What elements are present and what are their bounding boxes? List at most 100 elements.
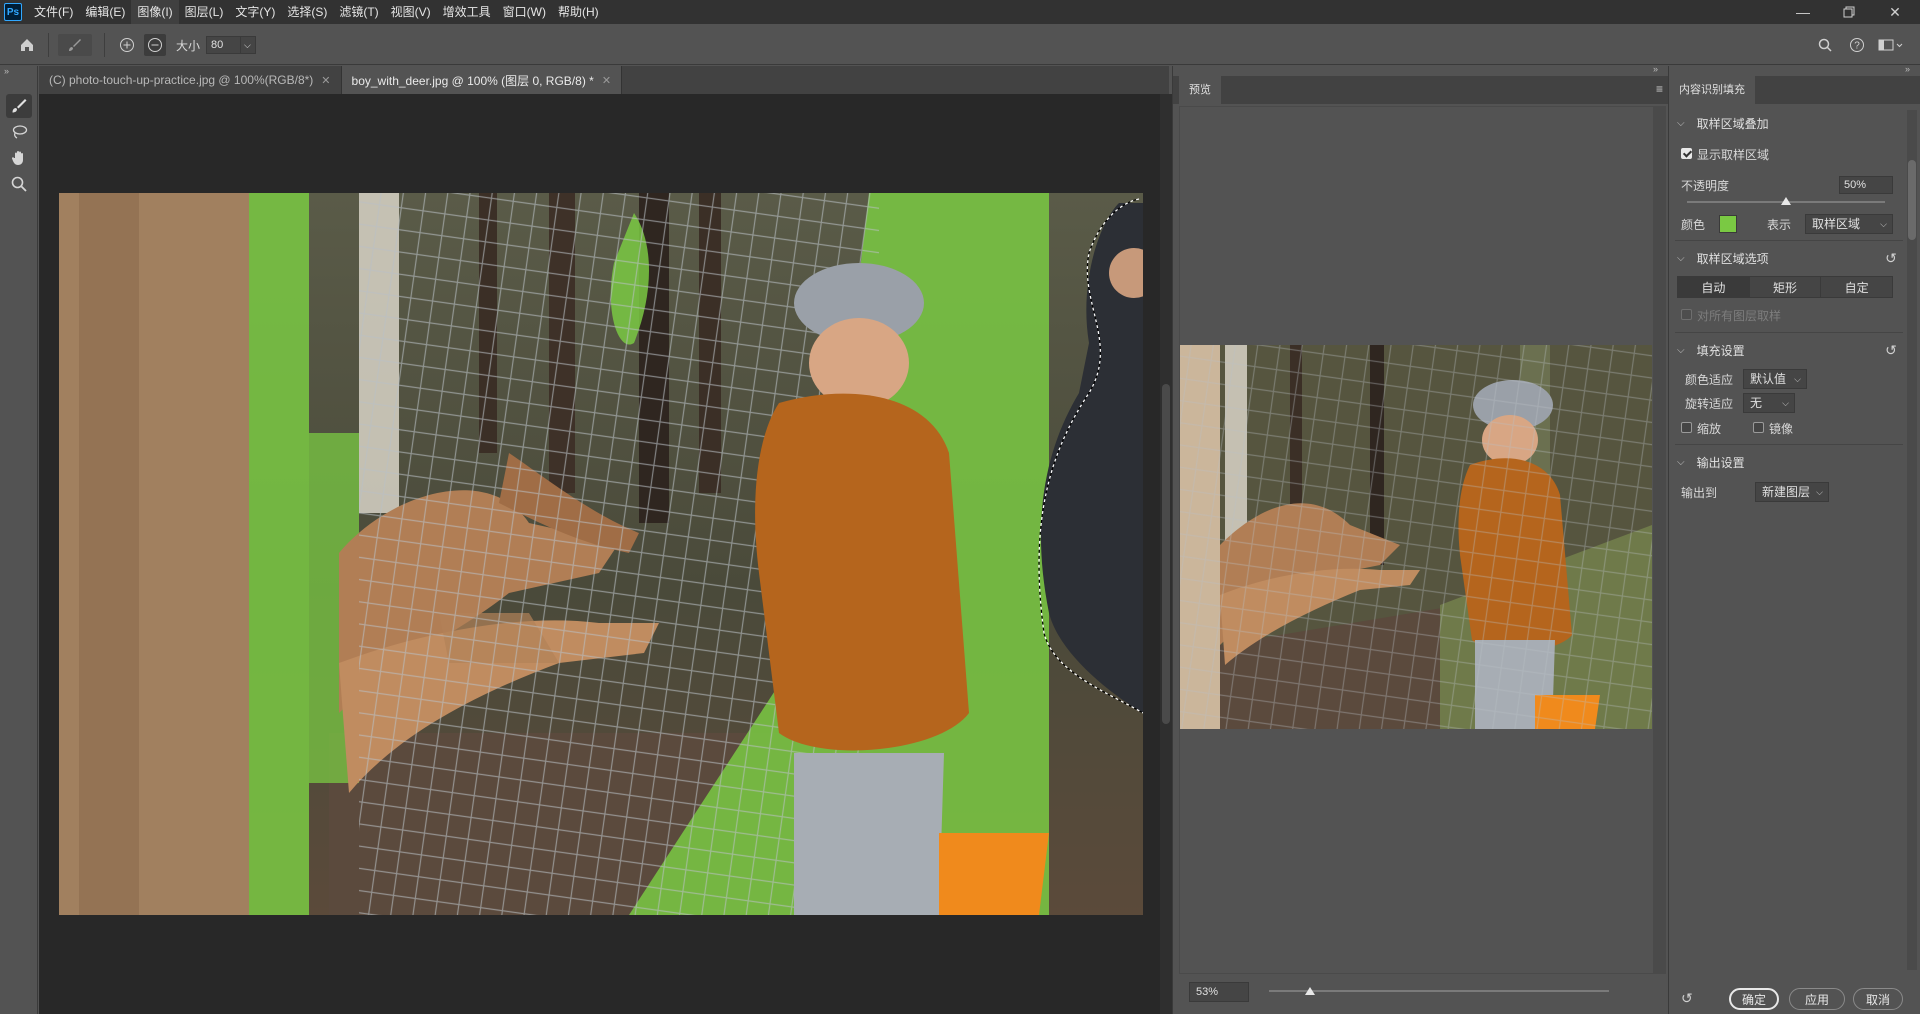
chevron-down-icon: ⌵ (1677, 117, 1685, 129)
maximize-icon[interactable] (1826, 0, 1872, 24)
section-output-settings[interactable]: ⌵ 输出设置 (1677, 452, 1745, 472)
sample-all-layers-label: 对所有图层取样 (1697, 309, 1782, 323)
divider (1675, 240, 1903, 241)
preview-vertical-scrollbar[interactable] (1654, 106, 1666, 974)
close-tab-icon[interactable]: ✕ (602, 74, 611, 87)
size-dropdown-chevron-icon[interactable]: ⌵ (240, 36, 256, 54)
sampling-brush-tool-icon[interactable] (6, 94, 32, 118)
menu-item[interactable]: 图像(I) (131, 0, 179, 24)
chevron-down-icon: ⌵ (1816, 487, 1823, 497)
collapse-panel-icon[interactable]: » (1905, 64, 1910, 74)
content-aware-fill-panel: » 内容识别填充 ⌵ 取样区域叠加 显示取样区域 不透明度 50% 颜色 表示 … (1668, 64, 1920, 1014)
opacity-label: 不透明度 (1681, 179, 1730, 193)
add-to-sampling-icon[interactable] (116, 34, 138, 56)
document-tab-practice[interactable]: (C) photo-touch-up-practice.jpg @ 100%(R… (39, 66, 342, 94)
indicates-label: 表示 (1767, 218, 1792, 232)
document-tab-boy-with-deer[interactable]: boy_with_deer.jpg @ 100% (图层 0, RGB/8) *… (341, 66, 623, 94)
zoom-slider-thumb[interactable] (1304, 987, 1315, 995)
canvas-area[interactable] (39, 94, 1169, 1014)
sampling-mode-rectangle[interactable]: 矩形 (1750, 277, 1822, 297)
tools-panel: » (0, 66, 38, 1014)
sample-all-layers-checkbox[interactable] (1681, 309, 1692, 320)
close-window-icon[interactable]: ✕ (1872, 0, 1918, 24)
panel-menu-icon[interactable]: ≡ (1656, 82, 1663, 96)
menu-bar: Ps 文件(F) 编辑(E) 图像(I) 图层(L) 文字(Y) 选择(S) 滤镜(T) 视图… (0, 0, 1920, 24)
menu-item[interactable]: 窗口(W) (497, 0, 552, 24)
output-to-dropdown[interactable]: 新建图层 ⌵ (1755, 482, 1829, 502)
color-adaptation-dropdown[interactable]: 默认值 ⌵ (1743, 369, 1807, 389)
show-sampling-label: 显示取样区域 (1697, 148, 1770, 162)
menu-item[interactable]: 选择(S) (281, 0, 333, 24)
rotation-adaptation-dropdown[interactable]: 无 ⌵ (1743, 393, 1795, 413)
separator (48, 33, 49, 57)
collapse-panel-icon[interactable]: » (4, 66, 9, 76)
indicates-dropdown[interactable]: 取样区域 ⌵ (1805, 214, 1893, 234)
preview-view[interactable] (1179, 106, 1654, 974)
canvas-vertical-scrollbar[interactable] (1160, 94, 1172, 1014)
scrollbar-thumb[interactable] (1162, 384, 1170, 724)
tab-content-aware-fill[interactable]: 内容识别填充 (1669, 76, 1755, 104)
section-sampling-options[interactable]: ⌵ 取样区域选项 (1677, 248, 1769, 268)
size-label: 大小 (176, 39, 201, 53)
sampling-mode-custom[interactable]: 自定 (1821, 277, 1892, 297)
zoom-tool-icon[interactable] (6, 172, 32, 196)
section-sampling-overlay[interactable]: ⌵ 取样区域叠加 (1677, 113, 1769, 133)
chevron-down-icon: ⌵ (1794, 374, 1801, 384)
sampling-mode-segmented: 自动 矩形 自定 (1677, 276, 1893, 298)
reset-fill-settings-icon[interactable]: ↺ (1882, 341, 1900, 359)
ok-button[interactable]: 确定 (1729, 988, 1779, 1010)
menu-item[interactable]: 增效工具 (437, 0, 497, 24)
preview-image (1180, 345, 1652, 729)
reset-sampling-options-icon[interactable]: ↺ (1882, 249, 1900, 267)
help-icon[interactable]: ? (1846, 34, 1868, 56)
mirror-checkbox[interactable] (1753, 422, 1764, 433)
opacity-input[interactable]: 50% (1839, 176, 1893, 194)
output-to-label: 输出到 (1681, 486, 1718, 500)
show-sampling-checkbox[interactable] (1681, 148, 1692, 159)
search-icon[interactable] (1814, 34, 1836, 56)
chevron-down-icon: ⌵ (1880, 219, 1887, 229)
menu-items: 文件(F) 编辑(E) 图像(I) 图层(L) 文字(Y) 选择(S) 滤镜(T) 视图(V)… (28, 0, 605, 24)
sampling-mode-auto[interactable]: 自动 (1678, 277, 1750, 297)
divider (1675, 444, 1903, 445)
menu-item[interactable]: 文字(Y) (229, 0, 281, 24)
scale-label: 缩放 (1697, 422, 1722, 436)
hand-tool-icon[interactable] (6, 146, 32, 170)
home-icon[interactable] (16, 34, 38, 56)
collapse-panel-icon[interactable]: » (1653, 64, 1658, 74)
workspace-switcher-icon[interactable] (1876, 34, 1906, 56)
color-adaptation-value: 默认值 (1750, 372, 1787, 386)
scale-checkbox[interactable] (1681, 422, 1692, 433)
brush-preset-picker[interactable] (58, 34, 92, 56)
color-adaptation-label: 颜色适应 (1685, 373, 1734, 387)
overlay-color-swatch[interactable] (1719, 215, 1737, 233)
menu-item[interactable]: 滤镜(T) (333, 0, 384, 24)
panel-scrollbar[interactable] (1907, 110, 1917, 970)
document-tab-label: (C) photo-touch-up-practice.jpg @ 100%(R… (49, 73, 314, 87)
menu-item[interactable]: 编辑(E) (79, 0, 131, 24)
minimize-icon[interactable]: — (1780, 0, 1826, 24)
zoom-slider-track[interactable] (1269, 990, 1609, 992)
section-title: 填充设置 (1696, 343, 1745, 358)
apply-button[interactable]: 应用 (1789, 988, 1845, 1010)
scrollbar-thumb[interactable] (1908, 160, 1916, 240)
cancel-button[interactable]: 取消 (1853, 988, 1903, 1010)
menu-item[interactable]: 帮助(H) (552, 0, 605, 24)
preview-tabbar: 预览 ≡ (1173, 76, 1669, 104)
content-aware-fill-tabbar: 内容识别填充 (1669, 76, 1920, 104)
document-image[interactable] (59, 193, 1143, 915)
menu-item[interactable]: 视图(V) (385, 0, 437, 24)
section-fill-settings[interactable]: ⌵ 填充设置 (1677, 340, 1745, 360)
lasso-tool-icon[interactable] (6, 120, 32, 144)
chevron-down-icon: ⌵ (1677, 456, 1685, 468)
document-tabs: (C) photo-touch-up-practice.jpg @ 100%(R… (39, 66, 1169, 94)
zoom-input[interactable]: 53% (1189, 982, 1249, 1002)
chevron-down-icon: ⌵ (1782, 398, 1789, 408)
opacity-slider-thumb[interactable] (1781, 197, 1791, 205)
menu-item[interactable]: 文件(F) (28, 0, 79, 24)
tab-preview[interactable]: 预览 (1179, 76, 1221, 104)
close-tab-icon[interactable]: ✕ (321, 74, 330, 87)
reset-all-icon[interactable]: ↺ (1681, 990, 1701, 1010)
menu-item[interactable]: 图层(L) (179, 0, 230, 24)
subtract-from-sampling-icon[interactable] (144, 34, 166, 56)
